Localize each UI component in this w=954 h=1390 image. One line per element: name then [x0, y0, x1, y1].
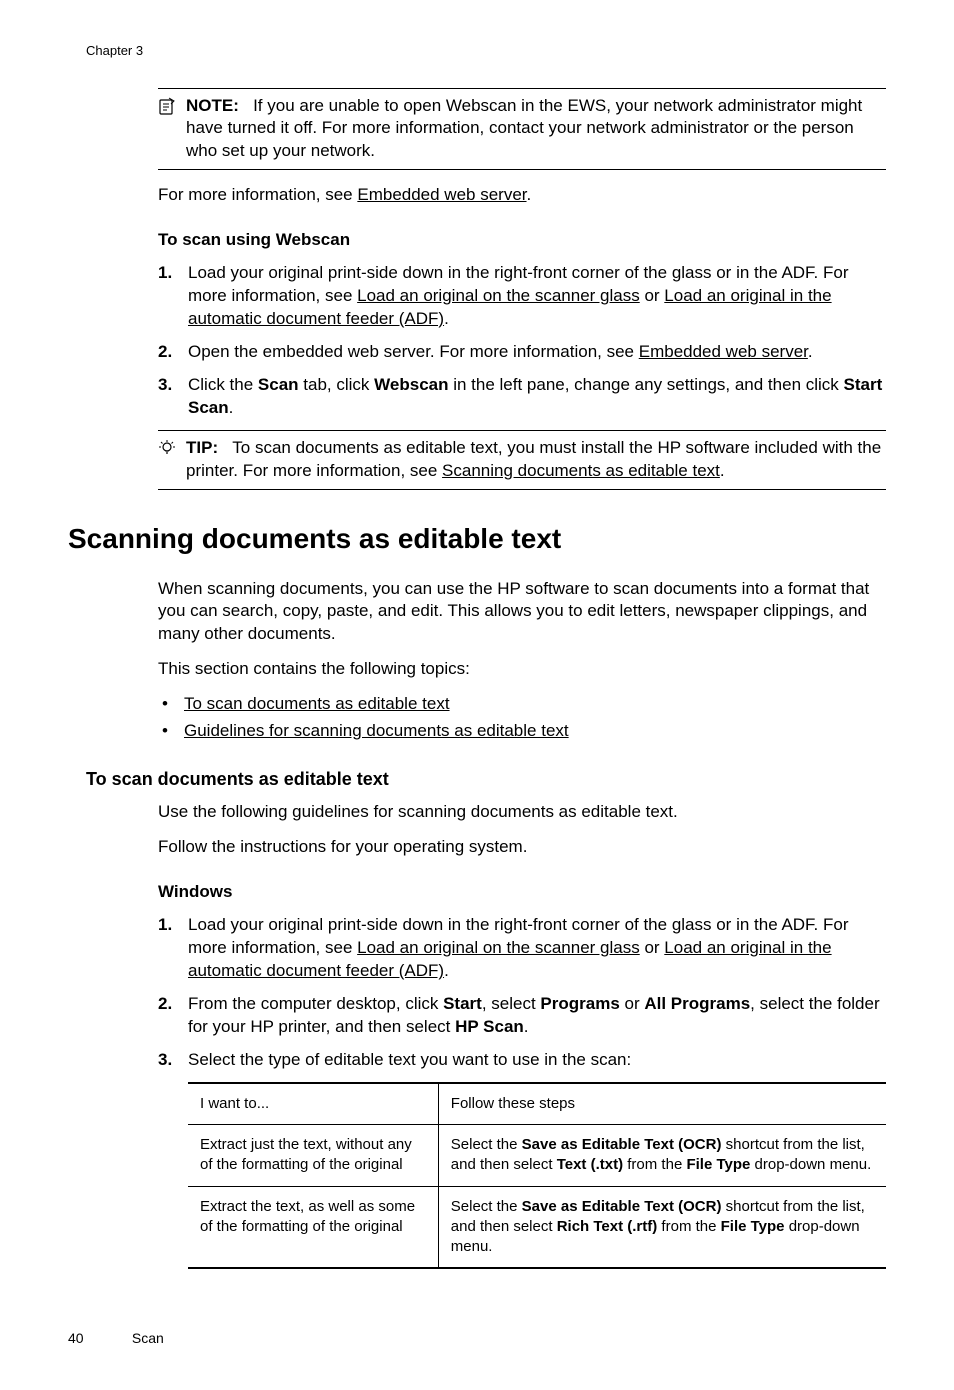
- footer-section: Scan: [132, 1330, 164, 1346]
- link-ews[interactable]: Embedded web server: [639, 342, 808, 361]
- note-text: NOTE: If you are unable to open Webscan …: [186, 95, 886, 164]
- table-header: Follow these steps: [438, 1083, 886, 1125]
- more-info-para: For more information, see Embedded web s…: [158, 184, 886, 207]
- list-item: •Guidelines for scanning documents as ed…: [158, 720, 886, 743]
- windows-heading: Windows: [158, 881, 886, 904]
- table-header: I want to...: [188, 1083, 438, 1125]
- link-scanner-glass[interactable]: Load an original on the scanner glass: [357, 938, 640, 957]
- step-number: 2.: [158, 341, 188, 364]
- step-number: 1.: [158, 262, 188, 331]
- chapter-header: Chapter 3: [86, 42, 886, 60]
- tip-label: TIP:: [186, 438, 218, 457]
- table-cell: Select the Save as Editable Text (OCR) s…: [438, 1125, 886, 1187]
- note-icon: [158, 97, 178, 115]
- table-row: Extract the text, as well as some of the…: [188, 1186, 886, 1268]
- link-topic-1[interactable]: To scan documents as editable text: [184, 693, 450, 716]
- topics-list: •To scan documents as editable text •Gui…: [158, 693, 886, 743]
- list-item: 1. Load your original print-side down in…: [158, 262, 886, 331]
- webscan-heading: To scan using Webscan: [158, 229, 886, 252]
- list-item: 2. From the computer desktop, click Star…: [158, 993, 886, 1039]
- list-item: 1. Load your original print-side down in…: [158, 914, 886, 983]
- follow-para: Follow the instructions for your operati…: [158, 836, 886, 859]
- webscan-steps: 1. Load your original print-side down in…: [158, 262, 886, 420]
- link-scanner-glass[interactable]: Load an original on the scanner glass: [357, 286, 640, 305]
- tip-callout: TIP: To scan documents as editable text,…: [158, 430, 886, 490]
- step-number: 3.: [158, 1049, 188, 1072]
- topics-intro: This section contains the following topi…: [158, 658, 886, 681]
- note-body: If you are unable to open Webscan in the…: [186, 96, 862, 161]
- options-table: I want to... Follow these steps Extract …: [188, 1082, 886, 1270]
- intro-para: When scanning documents, you can use the…: [158, 578, 886, 647]
- note-label: NOTE:: [186, 96, 239, 115]
- tip-text: TIP: To scan documents as editable text,…: [186, 437, 886, 483]
- link-editable-text[interactable]: Scanning documents as editable text: [442, 461, 720, 480]
- note-callout: NOTE: If you are unable to open Webscan …: [158, 88, 886, 171]
- list-item: 3. Click the Scan tab, click Webscan in …: [158, 374, 886, 420]
- page-number: 40: [68, 1329, 128, 1348]
- table-cell: Select the Save as Editable Text (OCR) s…: [438, 1186, 886, 1268]
- guidelines-para: Use the following guidelines for scannin…: [158, 801, 886, 824]
- list-item: 2. Open the embedded web server. For mor…: [158, 341, 886, 364]
- page-footer: 40 Scan: [68, 1329, 886, 1348]
- list-item: •To scan documents as editable text: [158, 693, 886, 716]
- table-cell: Extract just the text, without any of th…: [188, 1125, 438, 1187]
- list-item: 3. Select the type of editable text you …: [158, 1049, 886, 1072]
- table-row: Extract just the text, without any of th…: [188, 1125, 886, 1187]
- link-ews[interactable]: Embedded web server: [357, 185, 526, 204]
- step-number: 2.: [158, 993, 188, 1039]
- step-number: 1.: [158, 914, 188, 983]
- main-heading: Scanning documents as editable text: [68, 520, 886, 558]
- link-topic-2[interactable]: Guidelines for scanning documents as edi…: [184, 720, 569, 743]
- subsection-heading: To scan documents as editable text: [86, 767, 886, 791]
- windows-steps: 1. Load your original print-side down in…: [158, 914, 886, 1072]
- table-cell: Extract the text, as well as some of the…: [188, 1186, 438, 1268]
- step-number: 3.: [158, 374, 188, 420]
- tip-icon: [158, 439, 178, 457]
